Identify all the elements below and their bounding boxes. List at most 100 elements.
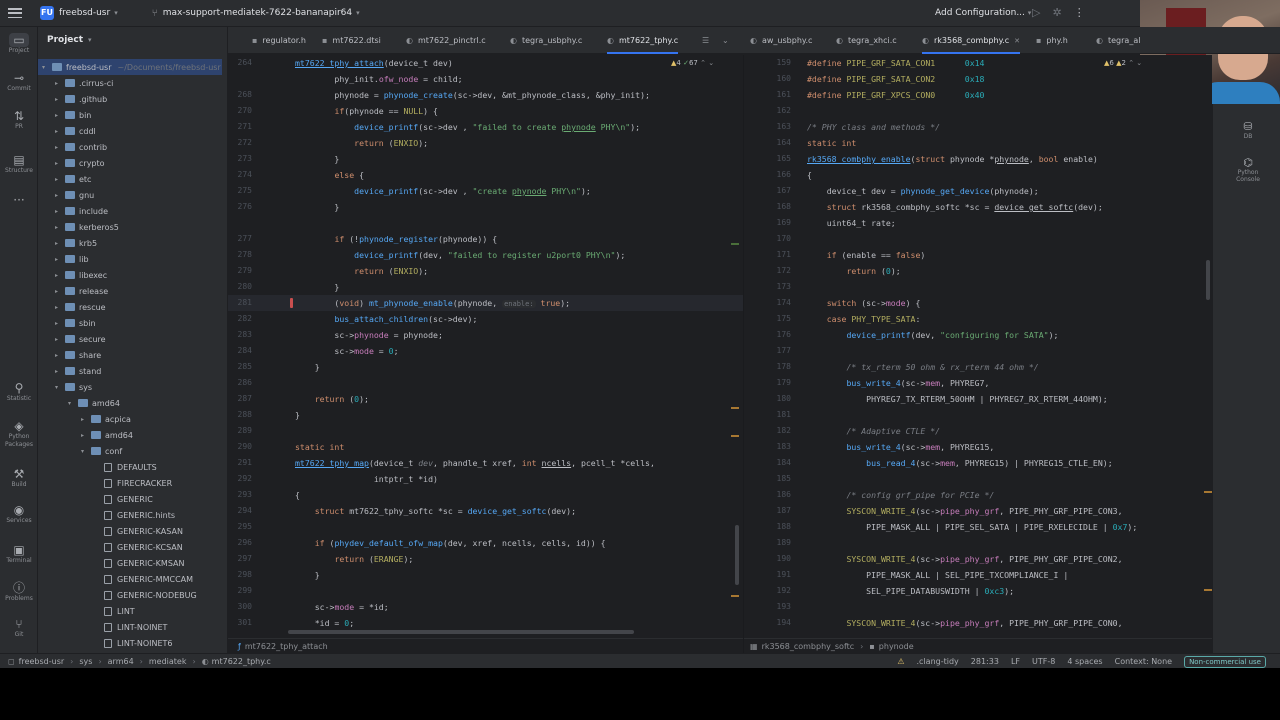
main-menu-icon[interactable] [8,8,22,18]
tab-tegra-xhci-c[interactable]: ◐ tegra_xhci.c [836,27,897,54]
right-editor-pane[interactable]: 159 160 161 162 163 164 165 166 167 168 169 170 171 1… [744,55,1212,638]
breadcrumb-function[interactable]: mt7622_tphy_attach [245,642,328,651]
status-path-arm64[interactable]: arm64 [108,657,134,666]
code-line[interactable]: device_printf(dev, "configuring for SATA… [807,327,1058,343]
chevron-down-icon[interactable]: ▾ [114,9,118,17]
tree-folder-item[interactable]: ▸ acpica [38,411,222,427]
chevron-right-icon[interactable]: ▸ [55,208,65,215]
code-line[interactable]: mt7622_tphy_map(device_t dev, phandle_t … [295,455,655,471]
tree-file-item[interactable]: LINT-NOINET [38,619,222,635]
code-line[interactable]: struct mt7622_tphy_softc *sc = device_ge… [295,503,576,519]
code-line[interactable]: sc->phynode = phynode; [295,327,442,343]
more-tools-button[interactable]: ··· [0,193,38,207]
code-line[interactable]: (void) mt_phynode_enable(phynode, enable… [295,295,570,311]
code-line[interactable]: /* PHY class and methods */ [807,119,940,135]
chevron-down-icon[interactable]: ▾ [81,448,91,455]
code-line[interactable]: case PHY_TYPE_SATA: [807,311,921,327]
tab-mt7622-tphy-c[interactable]: ◐ mt7622_tphy.c [607,27,679,54]
chevron-right-icon[interactable]: ▸ [55,336,65,343]
tree-folder-item[interactable]: ▾ conf [38,443,222,459]
code-line[interactable]: phynode = phynode_create(sc->dev, &mt_ph… [295,87,650,103]
code-line[interactable]: SYSCON_WRITE_4(sc->pipe_phy_grf, PIPE_PH… [807,551,1122,567]
chevron-down-icon[interactable]: ▾ [356,9,360,17]
code-line[interactable]: phy_init.ofw_node = child; [295,71,462,87]
chevron-right-icon[interactable]: ▸ [55,256,65,263]
code-line[interactable]: SEL_PIPE_DATABUSWIDTH | 0xc3); [807,583,1014,599]
tab-list-menu[interactable]: ☰ [702,27,714,54]
code-line[interactable]: device_printf(sc->dev , "failed to creat… [295,119,640,135]
tree-file-item[interactable]: GENERIC-MMCCAM [38,571,222,587]
code-line[interactable]: SYSCON_WRITE_4(sc->pipe_phy_grf, PIPE_PH… [807,503,1122,519]
chevron-right-icon[interactable]: ▸ [55,176,65,183]
code-line[interactable]: bus_write_4(sc->mem, PHYREG15, [807,439,994,455]
tree-folder-item[interactable]: ▸ krb5 [38,235,222,251]
chevron-right-icon[interactable]: ▸ [55,144,65,151]
code-line[interactable]: return (ENXIO); [295,135,428,151]
left-editor-horizontal-scrollbar[interactable] [288,630,634,634]
project-panel-header[interactable]: Project ▾ [38,27,227,53]
debug-icon[interactable]: ✲ [1052,6,1061,19]
branch-selector[interactable]: max-support-mediatek-7622-bananapir64 [163,8,352,18]
git-tool-button[interactable]: ⑂ Git [0,617,38,639]
code-line[interactable]: switch (sc->mode) { [807,295,921,311]
tree-folder-item[interactable]: ▾ freebsd-usr ~/Documents/freebsd-usr [38,59,222,75]
code-line[interactable]: PHYREG7_TX_RTERM_50OHM | PHYREG7_RX_RTER… [807,391,1108,407]
chevron-right-icon[interactable]: ▸ [55,160,65,167]
code-line[interactable]: #define PIPE_GRF_SATA_CON2 0x18 [807,71,984,87]
line-ending-selector[interactable]: LF [1011,657,1020,666]
encoding-selector[interactable]: UTF-8 [1032,657,1055,666]
tree-folder-item[interactable]: ▸ include [38,203,222,219]
tree-folder-item[interactable]: ▸ cddl [38,123,222,139]
tree-folder-item[interactable]: ▸ kerberos5 [38,219,222,235]
tree-folder-item[interactable]: ▸ lib [38,251,222,267]
code-line[interactable]: /* tx_rterm 50 ohm & rx_rterm 44 ohm */ [807,359,1038,375]
terminal-tool-button[interactable]: ▣ Terminal [0,543,38,565]
tree-file-item[interactable]: GENERIC-KASAN [38,523,222,539]
code-line[interactable]: *id = 0; [295,615,354,631]
code-line[interactable]: } [295,199,339,215]
chevron-right-icon[interactable]: ▸ [55,368,65,375]
code-line[interactable]: device_t dev = phynode_get_device(phynod… [807,183,1039,199]
code-line[interactable]: intptr_t *id) [295,471,438,487]
context-selector[interactable]: Context: None [1115,657,1172,666]
project-badge[interactable]: FU [40,6,54,20]
project-name[interactable]: freebsd-usr [59,8,110,18]
code-line[interactable]: return (ENXIO); [295,263,428,279]
run-configuration-selector[interactable]: Add Configuration... ▾ [935,8,1031,18]
chevron-right-icon[interactable]: ▸ [55,128,65,135]
chevron-right-icon[interactable]: ▸ [81,432,91,439]
tab-rk3568-combphy-c[interactable]: ◐ rk3568_combphy.c ✕ [922,27,1020,54]
code-line[interactable]: PIPE_MASK_ALL | SEL_PIPE_TXCOMPLIANCE_I … [807,567,1068,583]
tab-mt7622-pinctrl-c[interactable]: ◐ mt7622_pinctrl.c [406,27,486,54]
status-path-mediatek[interactable]: mediatek [149,657,187,666]
project-tool-button[interactable]: ▭ Project [0,33,38,55]
tree-file-item[interactable]: GENERIC [38,491,222,507]
chevron-right-icon[interactable]: ▸ [55,272,65,279]
code-line[interactable]: #define PIPE_GRF_SATA_CON1 0x14 [807,55,984,71]
tree-folder-item[interactable]: ▸ rescue [38,299,222,315]
tree-folder-item[interactable]: ▸ bin [38,107,222,123]
code-line[interactable]: } [295,359,320,375]
code-line[interactable]: mt7622_tphy_attach(device_t dev) [295,55,453,71]
code-line[interactable]: { [295,487,300,503]
code-line[interactable]: else { [295,167,364,183]
tree-file-item[interactable]: GENERIC-KCSAN [38,539,222,555]
status-path-sys[interactable]: sys [79,657,92,666]
code-line[interactable]: /* config grf_pipe for PCIe */ [807,487,994,503]
code-line[interactable]: if (phydev_default_ofw_map(dev, xref, nc… [295,535,606,551]
commit-tool-button[interactable]: ⊸ Commit [0,71,38,93]
chevron-down-icon[interactable]: ▾ [88,36,92,44]
database-tool-button[interactable]: ⛁ DB [1233,120,1263,140]
code-line[interactable]: bus_write_4(sc->mem, PHYREG7, [807,375,989,391]
tree-folder-item[interactable]: ▸ release [38,283,222,299]
tab-phy-h[interactable]: ▪ phy.h [1036,27,1068,54]
chevron-right-icon[interactable]: ▸ [55,320,65,327]
tab-tegra-usbphy-c[interactable]: ◐ tegra_usbphy.c [510,27,582,54]
clang-tidy-status[interactable]: .clang-tidy [917,657,959,666]
code-line[interactable]: } [295,407,300,423]
chevron-right-icon[interactable]: ▸ [55,224,65,231]
code-line[interactable]: } [295,279,339,295]
tree-folder-item[interactable]: ▸ etc [38,171,222,187]
code-line[interactable]: /* Adaptive CTLE */ [807,423,940,439]
code-line[interactable]: SYSCON_WRITE_4(sc->pipe_phy_grf, PIPE_PH… [807,615,1122,631]
